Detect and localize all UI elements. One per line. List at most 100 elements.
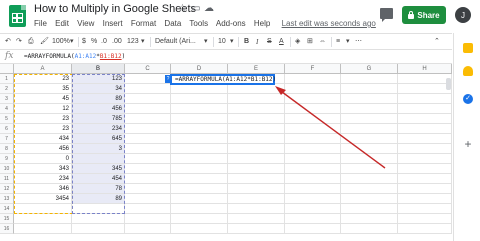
formula-input[interactable]: =ARRAYFORMULA(A1:A12*B1:B12) xyxy=(24,53,125,60)
cell[interactable] xyxy=(14,224,72,234)
column-header-f[interactable]: F xyxy=(285,64,341,74)
cell[interactable]: 3 xyxy=(72,144,125,154)
cell[interactable] xyxy=(398,164,452,174)
cell[interactable] xyxy=(125,124,171,134)
cell[interactable] xyxy=(228,194,285,204)
cell[interactable] xyxy=(341,174,398,184)
zoom-chevron-icon[interactable]: ▾ xyxy=(70,37,74,47)
cell[interactable] xyxy=(285,104,341,114)
cell[interactable] xyxy=(228,154,285,164)
menu-addons[interactable]: Add-ons xyxy=(216,19,246,28)
move-folder-icon[interactable]: ▭ xyxy=(191,3,200,15)
cell[interactable]: 89 xyxy=(72,194,125,204)
cell[interactable] xyxy=(285,94,341,104)
active-cell-editor[interactable]: =ARRAYFORMULA(A1:A12*B1:B12) xyxy=(170,74,276,85)
row-header[interactable]: 7 xyxy=(0,134,14,144)
row-header[interactable]: 5 xyxy=(0,114,14,124)
row-header[interactable]: 9 xyxy=(0,154,14,164)
cell[interactable] xyxy=(125,144,171,154)
row-header[interactable]: 2 xyxy=(0,84,14,94)
menu-format[interactable]: Format xyxy=(131,19,156,28)
cell[interactable]: 0 xyxy=(14,154,72,164)
cell[interactable]: 454 xyxy=(72,174,125,184)
cell[interactable] xyxy=(341,184,398,194)
column-header-b[interactable]: B xyxy=(72,64,125,74)
cell[interactable] xyxy=(171,104,228,114)
cell[interactable] xyxy=(341,74,398,84)
cell[interactable] xyxy=(171,114,228,124)
cell[interactable] xyxy=(228,164,285,174)
menu-tools[interactable]: Tools xyxy=(189,19,208,28)
cell[interactable] xyxy=(285,174,341,184)
cell[interactable] xyxy=(228,114,285,124)
cell[interactable] xyxy=(341,94,398,104)
cell[interactable] xyxy=(125,174,171,184)
text-color-button[interactable]: A xyxy=(279,37,284,47)
more-formats-button[interactable]: 123 xyxy=(127,37,139,47)
cell[interactable] xyxy=(171,84,228,94)
column-header-a[interactable]: A xyxy=(14,64,72,74)
cell[interactable] xyxy=(171,94,228,104)
cell[interactable]: 3454 xyxy=(14,194,72,204)
italic-button[interactable]: I xyxy=(256,37,258,47)
add-icon[interactable]: + xyxy=(463,138,473,150)
bold-button[interactable]: B xyxy=(244,37,249,47)
cell[interactable] xyxy=(285,224,341,234)
row-header[interactable]: 15 xyxy=(0,214,14,224)
vertical-scrollbar[interactable] xyxy=(446,78,451,90)
cell[interactable] xyxy=(285,124,341,134)
cell[interactable] xyxy=(171,144,228,154)
cell[interactable] xyxy=(125,154,171,164)
row-header[interactable]: 11 xyxy=(0,174,14,184)
cell[interactable] xyxy=(285,194,341,204)
cell[interactable] xyxy=(398,194,452,204)
cell[interactable]: 346 xyxy=(14,184,72,194)
cell[interactable]: 434 xyxy=(14,134,72,144)
more-toolbar-icon[interactable]: ⋯ xyxy=(355,37,362,47)
comment-history-icon[interactable] xyxy=(380,8,393,22)
cell[interactable] xyxy=(341,114,398,124)
cell[interactable] xyxy=(171,124,228,134)
cell[interactable] xyxy=(341,84,398,94)
share-button[interactable]: Share xyxy=(402,6,446,24)
last-edit-link[interactable]: Last edit was seconds ago xyxy=(282,19,376,28)
cell[interactable] xyxy=(14,204,72,214)
row-header[interactable]: 16 xyxy=(0,224,14,234)
cell[interactable] xyxy=(125,224,171,234)
row-header[interactable]: 1 xyxy=(0,74,14,84)
cell[interactable] xyxy=(125,104,171,114)
cell[interactable] xyxy=(228,224,285,234)
cell[interactable] xyxy=(228,174,285,184)
row-header[interactable]: 6 xyxy=(0,124,14,134)
cell[interactable] xyxy=(171,204,228,214)
cell[interactable]: 23 xyxy=(14,114,72,124)
row-header[interactable]: 12 xyxy=(0,184,14,194)
cell[interactable] xyxy=(398,184,452,194)
keep-icon[interactable] xyxy=(463,66,473,76)
cell[interactable] xyxy=(341,124,398,134)
sheets-logo-icon[interactable] xyxy=(9,5,26,27)
avatar[interactable]: J xyxy=(455,7,471,23)
cell[interactable]: 45 xyxy=(14,94,72,104)
cell[interactable] xyxy=(228,104,285,114)
cell[interactable] xyxy=(72,224,125,234)
cell[interactable] xyxy=(285,144,341,154)
cell[interactable] xyxy=(125,184,171,194)
currency-format-button[interactable]: $ xyxy=(82,37,86,47)
cell[interactable]: 123 xyxy=(72,74,125,84)
cell[interactable] xyxy=(171,184,228,194)
cell[interactable]: 23 xyxy=(14,74,72,84)
cell[interactable] xyxy=(341,144,398,154)
star-icon[interactable]: ☆ xyxy=(178,3,187,15)
cloud-status-icon[interactable]: ☁ xyxy=(204,3,214,15)
cell[interactable] xyxy=(341,194,398,204)
cell[interactable] xyxy=(398,94,452,104)
cell[interactable] xyxy=(228,124,285,134)
cell[interactable] xyxy=(171,214,228,224)
cell[interactable] xyxy=(341,204,398,214)
cell[interactable]: 456 xyxy=(72,104,125,114)
cell[interactable] xyxy=(285,114,341,124)
cell[interactable] xyxy=(341,164,398,174)
cell[interactable] xyxy=(228,184,285,194)
cell[interactable] xyxy=(341,134,398,144)
